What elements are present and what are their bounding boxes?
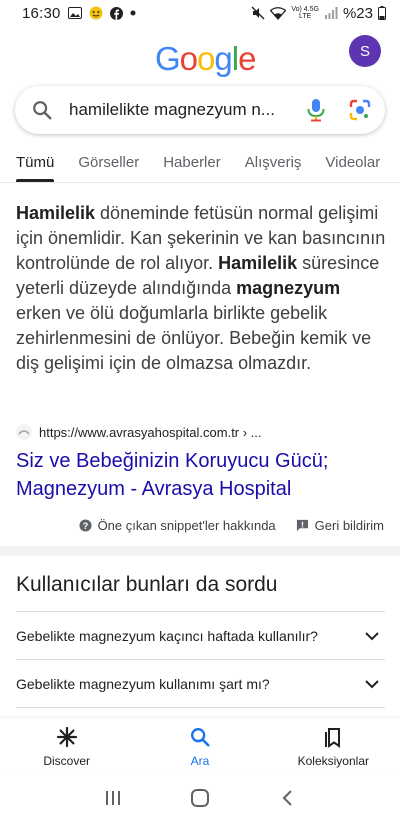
result-title-link[interactable]: Siz ve Bebeğinizin Koruyucu Gücü; Magnez… [16, 447, 376, 503]
bottom-nav-item-2[interactable]: Koleksiyonlar [267, 718, 400, 774]
bottom-nav-label: Koleksiyonlar [297, 753, 369, 768]
question-text: Gebelikte magnezyum kaçıncı haftada kull… [16, 627, 318, 644]
tab-0[interactable]: Tümü [16, 152, 55, 182]
more-notifications-dot-icon [130, 10, 136, 16]
feedback-link[interactable]: Geri bildirim [296, 518, 384, 533]
list-divider [16, 707, 385, 708]
bottom-nav: Discover Ara Koleksiyonlar [0, 718, 400, 774]
site-favicon-icon [16, 424, 32, 440]
help-icon: ? [79, 518, 92, 532]
facebook-notification-icon [109, 6, 123, 20]
mute-icon [251, 6, 265, 20]
svg-text:?: ? [82, 520, 88, 530]
emoji-notification-icon [89, 6, 103, 20]
result-url: https://www.avrasyahospital.com.tr › ... [39, 424, 262, 440]
avatar[interactable]: S [349, 35, 381, 67]
tab-3[interactable]: Alışveriş [245, 152, 302, 182]
people-also-ask-title: Kullanıcılar bunları da sordu [16, 573, 278, 596]
chevron-down-icon [365, 679, 379, 688]
status-bar: 16:30 Vo) 4.5G LTE %23 [0, 0, 400, 26]
status-left: 16:30 [22, 5, 136, 22]
about-snippets-label: Öne çıkan snippet'ler hakkında [97, 517, 276, 533]
question-row[interactable]: Gebelikte magnezyum kaçıncı haftada kull… [16, 611, 385, 659]
status-time: 16:30 [22, 4, 61, 22]
search-icon[interactable] [31, 99, 53, 121]
google-logo-letter: e [238, 40, 256, 77]
tab-4[interactable]: Videolar [325, 152, 380, 182]
header: Google S [0, 34, 400, 80]
google-logo-letter: G [155, 40, 181, 77]
tab-2[interactable]: Haberler [163, 152, 221, 182]
snippet-bold-term: Hamilelik [16, 203, 96, 223]
signal-icon [324, 7, 338, 19]
google-logo-letter: g [214, 40, 232, 77]
bottom-nav-label: Discover [43, 753, 90, 768]
featured-snippet-text: Hamilelik döneminde fetüsün normal geliş… [16, 201, 386, 376]
chevron-down-icon [365, 631, 379, 640]
feedback-label: Geri bildirim [314, 517, 384, 533]
status-right: Vo) 4.5G LTE %23 [251, 5, 386, 22]
snippet-bold-term: magnezyum [236, 278, 341, 298]
home-icon[interactable] [185, 783, 215, 813]
battery-icon [378, 6, 386, 20]
search-icon [188, 725, 212, 749]
google-logo-letter: o [197, 40, 215, 77]
gallery-notification-icon [67, 7, 82, 19]
search-box[interactable]: hamilelikte magnezyum n... [15, 86, 385, 134]
about-snippets-link[interactable]: ? Öne çıkan snippet'ler hakkında [79, 518, 276, 533]
tab-1[interactable]: Görseller [78, 152, 139, 182]
bottom-nav-item-1[interactable]: Ara [133, 718, 266, 774]
google-logo-letter: o [179, 40, 198, 77]
asterisk-icon [55, 725, 79, 749]
tabs-divider [0, 182, 400, 183]
section-divider [0, 546, 400, 556]
bottom-nav-item-0[interactable]: Discover [0, 718, 133, 774]
network-type-label: Vo) 4.5G LTE [291, 6, 319, 20]
question-text: Gebelikte magnezyum kullanımı şart mı? [16, 675, 270, 692]
question-row[interactable]: Gebelikte magnezyum kullanımı şart mı? [16, 659, 385, 707]
collections-icon [321, 725, 345, 749]
google-logo-text: Google [155, 40, 256, 77]
result-source[interactable]: https://www.avrasyahospital.com.tr › ... [16, 424, 262, 440]
bottom-nav-label: Ara [190, 753, 210, 768]
search-tabs: Tümü Görseller Haberler Alışveriş Videolar [0, 152, 400, 182]
avatar-letter: S [359, 42, 370, 60]
snippet-bold-term: Hamilelik [218, 253, 298, 273]
recent-apps-icon[interactable] [98, 783, 128, 813]
wifi-icon [270, 6, 287, 20]
back-icon[interactable] [272, 783, 302, 813]
snippet-footer: ? Öne çıkan snippet'ler hakkında Geri bi… [0, 515, 400, 535]
feedback-icon [296, 519, 308, 531]
search-input[interactable]: hamilelikte magnezyum n... [69, 100, 279, 120]
mic-icon[interactable] [305, 98, 327, 122]
google-logo[interactable]: Google [155, 40, 256, 78]
system-nav-bar [0, 774, 400, 822]
lens-camera-icon[interactable] [349, 99, 371, 121]
people-also-ask-list: Gebelikte magnezyum kaçıncı haftada kull… [16, 611, 385, 708]
snippet-text-part: erken ve ölü doğumlarla birlikte gebelik… [16, 303, 372, 373]
battery-percent: %23 [342, 4, 373, 22]
